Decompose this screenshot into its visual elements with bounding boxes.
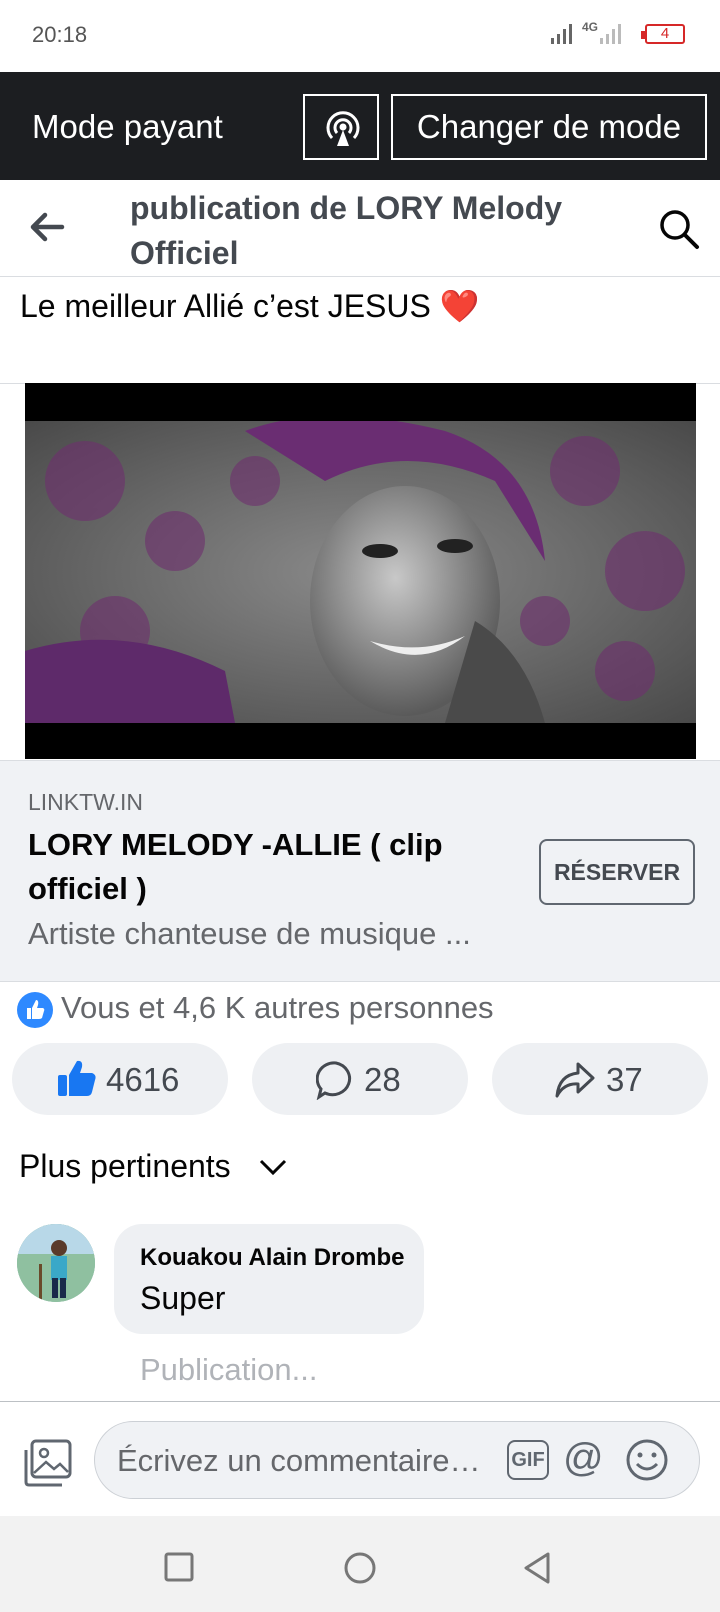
change-mode-button[interactable]: Changer de mode [391, 94, 707, 160]
video-frame [25, 421, 696, 723]
network-type: 4G [582, 20, 599, 34]
reaction-summary[interactable]: Vous et 4,6 K autres personnes [61, 990, 494, 1026]
avatar[interactable] [17, 1224, 95, 1302]
home-icon[interactable] [343, 1551, 377, 1585]
comment-button[interactable]: 28 [252, 1043, 468, 1115]
back-nav-icon[interactable] [522, 1551, 552, 1585]
link-domain: LINKTW.IN [28, 789, 144, 815]
share-button[interactable]: 37 [492, 1043, 708, 1115]
data-mode-bar: Mode payant Changer de mode [0, 72, 720, 180]
photo-icon[interactable] [22, 1438, 74, 1488]
comment-author[interactable]: Kouakou Alain Drombe [140, 1244, 404, 1272]
mode-label: Mode payant [32, 108, 223, 145]
comment-input-placeholder: Écrivez un commentaire… [117, 1443, 477, 1478]
page-title: publication de LORY Melody Officiel [130, 190, 563, 271]
post-text: Le meilleur Allié c’est JESUS ❤️ [20, 288, 480, 324]
thumbs-up-icon [58, 1060, 96, 1096]
like-count: 4616 [106, 1061, 180, 1098]
page-header: publication de LORY Melody Officiel [0, 180, 720, 277]
chevron-down-icon[interactable] [258, 1157, 288, 1177]
comment-status: Publication... [140, 1352, 318, 1387]
broadcast-icon [326, 111, 360, 146]
signal-icon [551, 24, 572, 44]
comment-input[interactable]: Écrivez un commentaire… GIF @ [94, 1421, 700, 1499]
link-title[interactable]: LORY MELODY -ALLIE ( clip officiel ) [28, 823, 498, 911]
like-button[interactable]: 4616 [12, 1043, 228, 1115]
video-image [25, 421, 696, 723]
video-thumbnail[interactable] [25, 383, 696, 759]
broadcast-button[interactable] [303, 94, 379, 160]
comment-sort-selector[interactable]: Plus pertinents [19, 1148, 231, 1185]
comment-icon [316, 1061, 352, 1100]
status-time: 20:18 [32, 22, 88, 47]
system-nav-bar [0, 1516, 720, 1612]
status-bar: 20:18 4G 4 [0, 0, 720, 72]
comment-bubble[interactable]: Kouakou Alain Drombe Super [114, 1224, 424, 1334]
arrow-left-icon[interactable] [28, 210, 66, 244]
comment-text: Super [140, 1280, 226, 1316]
gif-icon[interactable]: GIF [507, 1440, 549, 1480]
reserve-button[interactable]: RÉSERVER [539, 839, 695, 905]
at-mention-icon[interactable]: @ [563, 1436, 604, 1481]
link-preview-card[interactable]: LINKTW.IN LORY MELODY -ALLIE ( clip offi… [0, 760, 720, 982]
battery-icon: 4 [641, 24, 685, 44]
recent-apps-icon[interactable] [164, 1552, 194, 1582]
comment-composer: Écrivez un commentaire… GIF @ [0, 1401, 720, 1517]
emoji-icon[interactable] [625, 1438, 669, 1482]
search-icon[interactable] [658, 208, 700, 250]
link-description: Artiste chanteuse de musique ... [28, 916, 471, 951]
share-arrow-icon [555, 1062, 595, 1098]
signal-icon-2 [600, 24, 621, 44]
share-count: 37 [606, 1061, 643, 1098]
like-reaction-icon [17, 992, 53, 1028]
comment-count: 28 [364, 1061, 401, 1098]
